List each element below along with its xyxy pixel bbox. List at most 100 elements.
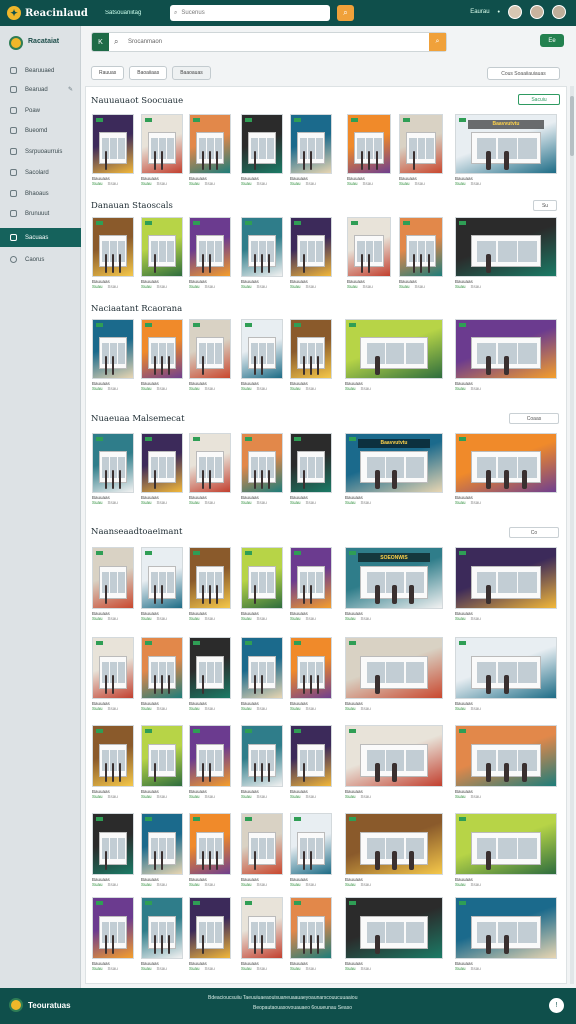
footer-links[interactable]: Bdeacioucsuiiu Taeuuiuaeaouisuaneuaauaey… [208, 995, 357, 1001]
product-image[interactable] [141, 547, 183, 609]
product-image[interactable] [141, 637, 183, 699]
product-image[interactable] [290, 319, 332, 379]
product-image[interactable] [189, 114, 231, 174]
product-card[interactable]: Bauuaas Suau Ssau [141, 114, 183, 186]
product-image[interactable] [189, 319, 231, 379]
product-card[interactable]: Bauuaas Suau Ssau [347, 217, 391, 289]
product-card[interactable]: Bauuaas Suau Ssau [141, 897, 183, 971]
product-image[interactable] [241, 813, 283, 875]
product-image[interactable] [345, 319, 443, 379]
product-image[interactable] [345, 637, 443, 699]
product-image[interactable] [141, 217, 183, 277]
product-image[interactable] [290, 433, 332, 493]
section-button[interactable]: Sacuiu [518, 94, 560, 105]
product-card[interactable]: Bauuaas Suau Ssau [455, 319, 557, 391]
product-image[interactable] [189, 725, 231, 787]
product-card[interactable]: Bauuaas Suau Ssau [189, 725, 231, 799]
product-image[interactable] [92, 813, 134, 875]
sidebar-item-3[interactable]: Bueomd [0, 121, 81, 140]
product-image[interactable] [141, 433, 183, 493]
product-card[interactable]: Bauuaas Suau Ssau [345, 813, 443, 887]
product-image[interactable] [241, 217, 283, 277]
product-card[interactable]: Bauuaas Suau Ssau [455, 547, 557, 621]
product-card[interactable]: Bauuaas Suau Ssau [455, 637, 557, 711]
product-card[interactable]: Baavvutvtu Bauuaas Suau Ssau [345, 433, 443, 505]
product-card[interactable]: Baavvutvtu Bauuaas Suau Ssau [455, 114, 557, 186]
section-button[interactable]: Su [533, 200, 557, 211]
product-image[interactable] [141, 319, 183, 379]
scrollbar-thumb[interactable] [570, 96, 574, 156]
product-image[interactable] [455, 637, 557, 699]
product-card[interactable]: Bauuaas Suau Ssau [189, 114, 231, 186]
product-card[interactable]: Bauuaas Suau Ssau [189, 217, 231, 289]
pin-icon[interactable]: ✎ [68, 86, 73, 93]
product-card[interactable]: Bauuaas Suau Ssau [455, 217, 557, 289]
product-card[interactable]: Bauuaas Suau Ssau [92, 637, 134, 711]
product-image[interactable] [241, 319, 283, 379]
tab-1[interactable]: Baoaiiaas [129, 66, 168, 80]
product-image[interactable] [92, 725, 134, 787]
product-image[interactable] [241, 637, 283, 699]
product-card[interactable]: Bauuaas Suau Ssau [241, 547, 283, 621]
storefront-logo-icon[interactable]: ✦ [7, 6, 21, 20]
product-card[interactable]: Bauuaas Suau Ssau [345, 637, 443, 711]
product-image[interactable] [189, 897, 231, 959]
sidebar-item-9[interactable]: Caorus [0, 250, 81, 269]
top-search-input[interactable]: ⌕ Sucenus [170, 5, 330, 21]
product-card[interactable]: Bauuaas Suau Ssau [241, 114, 283, 186]
product-image[interactable] [345, 813, 443, 875]
sidebar-item-8[interactable]: Sacuaas [0, 228, 81, 247]
product-image[interactable] [455, 813, 557, 875]
product-image[interactable] [241, 433, 283, 493]
product-card[interactable]: Bauuaas Suau Ssau [290, 114, 332, 186]
main-search-input[interactable]: K ⌕ Srocanmaon ⌕ [91, 32, 447, 52]
avatar[interactable] [508, 5, 522, 19]
product-card[interactable]: Bauuaas Suau Ssau [92, 319, 134, 391]
product-image[interactable] [92, 547, 134, 609]
product-card[interactable]: Bauuaas Suau Ssau [455, 725, 557, 799]
product-card[interactable]: Bauuaas Suau Ssau [290, 637, 332, 711]
product-image[interactable] [455, 547, 557, 609]
sidebar-item-4[interactable]: Ssrpuoaurruis [0, 142, 81, 161]
product-image[interactable] [189, 547, 231, 609]
product-card[interactable]: Bauuaas Suau Ssau [92, 813, 134, 887]
avatar[interactable] [552, 5, 566, 19]
product-image[interactable] [141, 813, 183, 875]
product-image[interactable] [399, 217, 443, 277]
product-card[interactable]: Bauuaas Suau Ssau [455, 813, 557, 887]
product-card[interactable]: Bauuaas Suau Ssau [241, 725, 283, 799]
product-image[interactable] [241, 897, 283, 959]
product-image[interactable] [241, 547, 283, 609]
product-image[interactable] [455, 897, 557, 959]
footer-links-secondary[interactable]: Beopautaouasovouauaeo 6ouueunau Seaso [253, 1005, 352, 1011]
product-image[interactable] [92, 897, 134, 959]
product-card[interactable]: Bauuaas Suau Ssau [141, 433, 183, 505]
product-card[interactable]: Bauuaas Suau Ssau [290, 813, 332, 887]
product-image[interactable] [345, 897, 443, 959]
product-image[interactable] [189, 433, 231, 493]
product-image[interactable] [345, 725, 443, 787]
product-card[interactable]: SOEONWIS Bauuaas Suau Ssau [345, 547, 443, 621]
product-card[interactable]: Bauuaas Suau Ssau [189, 897, 231, 971]
product-image[interactable] [290, 114, 332, 174]
product-card[interactable]: Bauuaas Suau Ssau [189, 813, 231, 887]
product-image[interactable] [141, 897, 183, 959]
tab-2[interactable]: Baaoauas [172, 66, 211, 80]
product-card[interactable]: Bauuaas Suau Ssau [241, 433, 283, 505]
primary-action-button[interactable]: Ee [540, 34, 564, 47]
section-button[interactable]: Coaas [509, 413, 559, 424]
filter-button[interactable]: Cous Soaaiiauiauas [487, 67, 560, 80]
product-image[interactable]: Baavvutvtu [455, 114, 557, 174]
product-card[interactable]: Bauuaas Suau Ssau [189, 637, 231, 711]
section-button[interactable]: Co [509, 527, 559, 538]
product-image[interactable] [92, 114, 134, 174]
sidebar-item-7[interactable]: Brunuuut [0, 204, 81, 223]
search-go-button[interactable]: K [92, 33, 109, 51]
sidebar-item-6[interactable]: Bhaoaus [0, 184, 81, 203]
product-card[interactable]: Bauuaas Suau Ssau [141, 217, 183, 289]
product-card[interactable]: Bauuaas Suau Ssau [141, 319, 183, 391]
product-image[interactable] [290, 813, 332, 875]
product-image[interactable] [189, 637, 231, 699]
product-image[interactable] [241, 114, 283, 174]
info-icon[interactable]: ! [549, 998, 564, 1013]
